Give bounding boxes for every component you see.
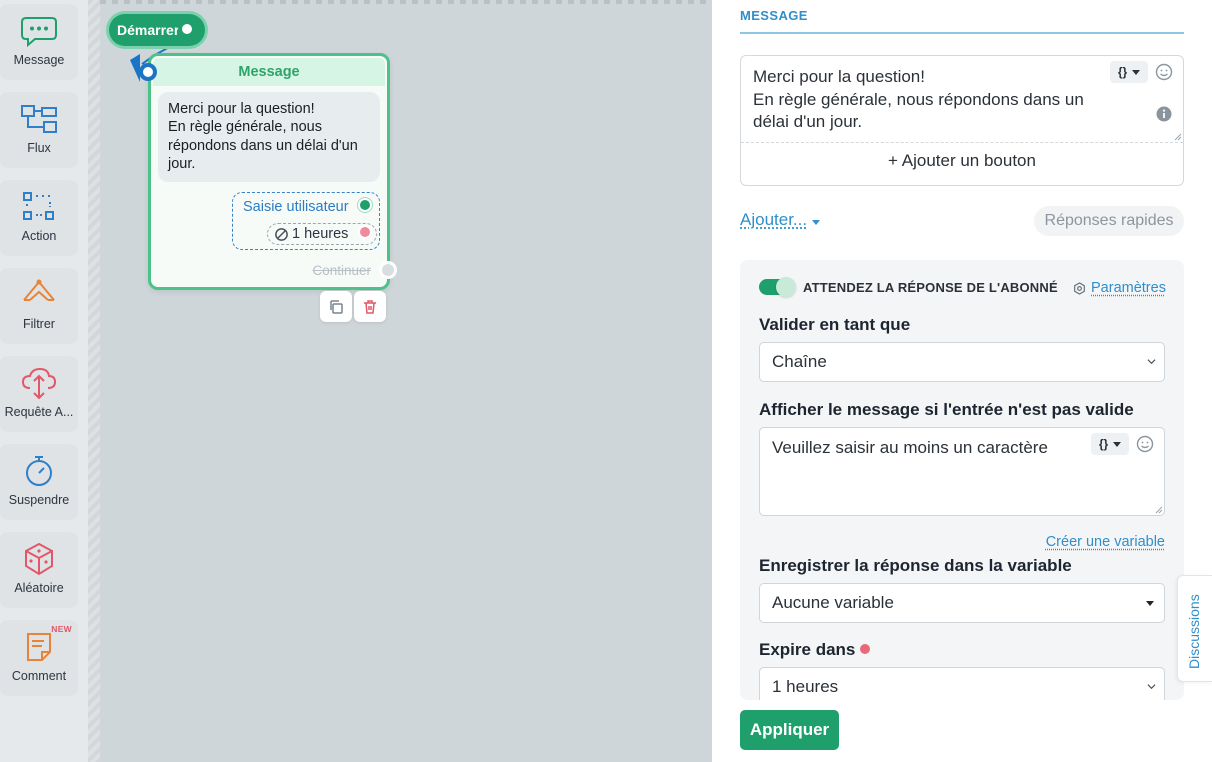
tab-underline (740, 32, 1184, 34)
variable-braces-icon: {} (1117, 65, 1128, 79)
expire-label-text: Expire dans (759, 640, 856, 659)
toolbar-item-suspend[interactable]: Suspendre (0, 444, 78, 520)
continue-port[interactable] (379, 261, 397, 279)
toolbar-item-comment[interactable]: NEW Comment (0, 620, 78, 696)
toolbar-item-action[interactable]: Action (0, 180, 78, 256)
toolbar-item-label: Suspendre (8, 493, 70, 507)
quick-replies-button[interactable]: Réponses rapides (1034, 206, 1184, 236)
toolbar-item-filter[interactable]: Filtrer (0, 268, 78, 344)
wait-response-label: ATTENDEZ LA RÉPONSE DE L'ABONNÉ (803, 280, 1058, 295)
required-dot (860, 644, 871, 654)
new-badge: NEW (51, 624, 72, 634)
chevron-down-icon (812, 220, 821, 225)
discussions-label: Discussions (1186, 594, 1202, 669)
variable-braces-icon: {} (1098, 437, 1109, 451)
wait-response-card: ATTENDEZ LA RÉPONSE DE L'ABONNÉ Paramètr… (740, 260, 1184, 700)
message-bubble: Merci pour la question! En règle général… (158, 92, 380, 182)
toolbar-item-label: Flux (27, 141, 51, 155)
toolbar-item-label: Filtrer (23, 317, 55, 331)
toolbar-item-flux[interactable]: Flux (0, 92, 78, 168)
toolbar-item-label: Aléatoire (14, 581, 64, 595)
toolbar-item-message[interactable]: Message (0, 4, 78, 80)
expire-select[interactable]: 1 heures (759, 667, 1165, 700)
chat-bubble-icon (21, 17, 57, 48)
start-output-port[interactable] (178, 20, 196, 38)
validate-label: Valider en tant que (759, 315, 911, 334)
settings-link[interactable]: Paramètres (1073, 280, 1166, 296)
emoji-icon[interactable] (1155, 63, 1173, 81)
resize-handle-icon[interactable] (1155, 506, 1163, 514)
timer-off-icon (275, 227, 288, 241)
message-node[interactable]: Message Merci pour la question! En règle… (139, 53, 397, 290)
copy-icon (330, 299, 343, 314)
message-node-title: Message (153, 58, 385, 86)
properties-panel: MESSAGE Merci pour la question! En règle… (712, 0, 1212, 762)
add-content-dropdown[interactable]: Ajouter... (740, 210, 821, 230)
toolbar-item-random[interactable]: Aléatoire (0, 532, 78, 608)
continue-label: Continuer (312, 263, 371, 278)
chevron-down-icon (1132, 69, 1141, 75)
insert-variable-button[interactable]: {} (1091, 433, 1129, 455)
validate-select[interactable]: Chaîne (759, 342, 1165, 382)
cloud-request-icon (21, 367, 57, 400)
caret-down-icon (1146, 601, 1154, 606)
chevron-down-icon (1147, 359, 1156, 365)
editor-divider (741, 142, 1183, 143)
apply-button[interactable]: Appliquer (740, 710, 839, 750)
dice-icon (25, 542, 53, 576)
action-grid-icon (23, 192, 54, 220)
invalid-message-textarea[interactable]: Veuillez saisir au moins un caractère {} (759, 427, 1165, 516)
discussions-tab[interactable]: Discussions (1177, 575, 1212, 682)
timeout-port[interactable] (358, 225, 372, 239)
save-variable-value: Aucune variable (772, 593, 894, 612)
flow-canvas[interactable]: Démarrer Message Merci pour la question!… (100, 0, 712, 762)
wait-response-toggle[interactable] (759, 277, 796, 297)
validate-value: Chaîne (772, 352, 827, 371)
message-text[interactable]: Merci pour la question! En règle général… (753, 66, 1093, 134)
flow-icon (21, 105, 57, 133)
note-icon (27, 633, 51, 661)
filter-icon (23, 279, 55, 301)
toolbar-item-label: Action (21, 229, 57, 243)
insert-variable-button[interactable]: {} (1110, 61, 1148, 83)
user-input-block[interactable]: Saisie utilisateur 1 heures (232, 192, 380, 250)
canvas-edge (100, 0, 712, 4)
invalid-message-text: Veuillez saisir au moins un caractère (772, 438, 1048, 457)
timeout-label: 1 heures (292, 226, 349, 242)
create-variable-link[interactable]: Créer une variable (1046, 534, 1165, 550)
toolbar-item-label: Message (13, 53, 65, 67)
delete-button[interactable] (354, 291, 386, 322)
chevron-down-icon (1147, 684, 1156, 690)
duplicate-button[interactable] (320, 291, 352, 322)
tab-message[interactable]: MESSAGE (740, 8, 808, 23)
save-variable-select[interactable]: Aucune variable (759, 583, 1165, 623)
message-editor[interactable]: Merci pour la question! En règle général… (740, 55, 1184, 186)
add-button-button[interactable]: + Ajouter un bouton (741, 151, 1183, 171)
expire-value: 1 heures (772, 677, 839, 696)
trash-icon (364, 299, 376, 314)
input-port[interactable] (139, 63, 157, 81)
toolbar-item-label: Requête A... (4, 405, 74, 419)
start-label: Démarrer (117, 22, 180, 38)
chevron-down-icon (1113, 441, 1122, 447)
save-variable-label: Enregistrer la réponse dans la variable (759, 556, 1072, 575)
invalid-message-label: Afficher le message si l'entrée n'est pa… (759, 400, 1134, 419)
expire-label: Expire dans (759, 640, 871, 660)
user-input-port[interactable] (358, 198, 372, 212)
node-toolbar: Message Flux Action Filtrer Requête A...… (0, 0, 88, 762)
gear-icon (1074, 281, 1085, 295)
emoji-icon[interactable] (1136, 435, 1154, 453)
stopwatch-icon (26, 456, 52, 486)
toolbar-divider (88, 0, 100, 762)
add-content-label: Ajouter... (740, 210, 808, 229)
resize-handle-icon[interactable] (1174, 133, 1182, 141)
user-input-label: Saisie utilisateur (243, 199, 349, 215)
toolbar-item-request[interactable]: Requête A... (0, 356, 78, 432)
info-icon[interactable] (1156, 106, 1172, 122)
settings-link-label: Paramètres (1091, 280, 1166, 296)
toolbar-item-label: Comment (11, 669, 67, 683)
